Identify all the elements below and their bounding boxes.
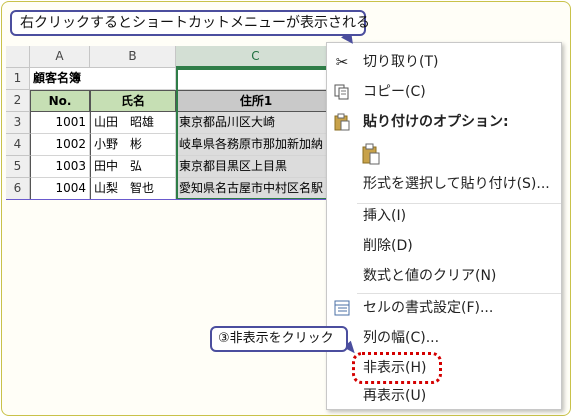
menu-item-delete[interactable]: 削除(D) (327, 231, 561, 261)
header-name[interactable]: 氏名 (90, 90, 176, 112)
table-cell-no[interactable]: 1001 (30, 112, 90, 134)
menu-item-paste-special[interactable]: 形式を選択して貼り付け(S)... (327, 169, 561, 199)
scissors-icon: ✂ (335, 53, 349, 71)
menu-item-cut[interactable]: ✂ 切り取り(T) (327, 47, 561, 77)
table-cell-name[interactable]: 田中 弘 (90, 156, 176, 178)
table-cell-address[interactable]: 東京都品川区大崎 (176, 112, 336, 134)
sheet-title[interactable]: 顧客名簿 (30, 68, 176, 90)
table-cell-address[interactable]: 愛知県名古屋市中村区名駅 (176, 178, 336, 200)
hide-highlight-marker (352, 352, 442, 384)
menu-item-unhide[interactable]: 再表示(U) (327, 381, 561, 411)
format-cells-icon (333, 299, 351, 317)
table-cell-no[interactable]: 1004 (30, 178, 90, 200)
menu-item-format-cells[interactable]: セルの書式設定(F)... (327, 293, 561, 323)
row-header-2[interactable]: 2 (6, 90, 30, 112)
table-cell-address[interactable]: 岐阜県各務原市那加新加納 (176, 134, 336, 156)
copy-icon (333, 83, 351, 101)
menu-item-copy[interactable]: コピー(C) (327, 77, 561, 107)
column-header-a[interactable]: A (30, 46, 90, 68)
paste-clipboard-icon (361, 143, 380, 165)
column-header-c[interactable]: C (176, 46, 336, 68)
callout-step: ③非表示をクリック (210, 326, 348, 352)
table-cell-address[interactable]: 東京都目黒区上目黒 (176, 156, 336, 178)
header-no[interactable]: No. (30, 90, 90, 112)
callout-instruction: 右クリックするとショートカットメニューが表示される (10, 10, 370, 36)
row-header-5[interactable]: 5 (6, 156, 30, 178)
column-header-b[interactable]: B (90, 46, 176, 68)
table-cell-no[interactable]: 1002 (30, 134, 90, 156)
column-headers: A B C (6, 46, 336, 68)
table-cell-name[interactable]: 山田 昭雄 (90, 112, 176, 134)
spreadsheet: A B C 1 2 3 4 5 6 顧客名簿 No. 氏名 住所1 1001 山… (6, 46, 336, 200)
menu-item-paste-icon[interactable] (327, 139, 561, 169)
menu-item-column-width[interactable]: 列の幅(C)... (327, 323, 561, 353)
menu-item-insert[interactable]: 挿入(I) (327, 201, 561, 231)
menu-section-paste-options: 貼り付けのオプション: (327, 107, 561, 137)
row-header-3[interactable]: 3 (6, 112, 30, 134)
menu-item-clear-contents[interactable]: 数式と値のクリア(N) (327, 261, 561, 291)
divider-line (6, 199, 336, 200)
row-header-6[interactable]: 6 (6, 178, 30, 200)
select-all-corner[interactable] (6, 46, 30, 68)
row-header-1[interactable]: 1 (6, 68, 30, 90)
table-cell-name[interactable]: 小野 彬 (90, 134, 176, 156)
header-address[interactable]: 住所1 (176, 90, 336, 112)
table-cell-no[interactable]: 1003 (30, 156, 90, 178)
table-cell-name[interactable]: 山梨 智也 (90, 178, 176, 200)
clipboard-icon (333, 113, 351, 131)
row-header-4[interactable]: 4 (6, 134, 30, 156)
cell-c1[interactable] (176, 68, 336, 90)
